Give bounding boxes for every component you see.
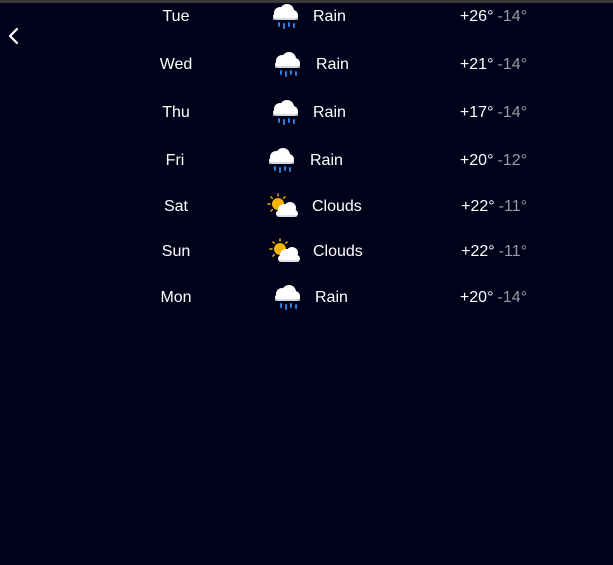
forecast-row: Sun Clouds +22° -11° (0, 237, 613, 267)
high-temp: +22° (461, 243, 495, 260)
temperature-range: +20° -14° (460, 283, 527, 313)
rain-cloud-icon (269, 148, 294, 173)
rain-cloud-icon (273, 100, 298, 125)
day-label: Sat (163, 198, 188, 215)
condition-label: Rain (313, 104, 346, 121)
high-temp: +20° (459, 289, 494, 306)
temperature-range: +21° -14° (460, 50, 527, 80)
day-label: Fri (165, 152, 185, 169)
condition-label: Clouds (313, 243, 363, 260)
day-label: Wed (159, 56, 193, 73)
forecast-row: Mon Rain +20° -14° (0, 283, 613, 313)
temperature-range: +22° -11° (461, 237, 527, 267)
forecast-row: Sat Clouds +22° -11° (0, 192, 613, 222)
high-temp: +17° (459, 104, 494, 121)
low-temp: -14° (497, 104, 527, 121)
condition-label: Rain (315, 289, 348, 306)
temperature-range: +26° -14° (460, 2, 527, 32)
temperature-range: +22° -11° (461, 192, 527, 222)
forecast-row: Thu Rain +17° -14° (0, 98, 613, 128)
condition-label: Rain (310, 152, 343, 169)
low-temp: -12° (497, 152, 527, 169)
rain-cloud-icon (273, 4, 298, 29)
rain-cloud-icon (275, 52, 300, 77)
low-temp: -14° (497, 8, 527, 25)
condition-label: Rain (316, 56, 349, 73)
forecast-row: Wed Rain +21° -14° (0, 50, 613, 80)
forecast-row: Tue Rain +26° -14° (0, 2, 613, 32)
high-temp: +20° (459, 152, 494, 169)
low-temp: -14° (497, 56, 527, 73)
condition-label: Rain (313, 8, 346, 25)
day-label: Tue (162, 8, 190, 25)
day-label: Thu (162, 104, 190, 121)
rain-cloud-icon (275, 285, 300, 310)
day-label: Mon (160, 289, 192, 306)
sun-behind-cloud-icon (267, 193, 298, 217)
high-temp: +22° (461, 198, 495, 215)
temperature-range: +17° -14° (460, 98, 527, 128)
temperature-range: +20° -12° (460, 146, 527, 176)
forecast-row: Fri Rain +20° -12° (0, 146, 613, 176)
low-temp: -11° (498, 243, 527, 260)
condition-label: Clouds (312, 198, 362, 215)
high-temp: +21° (459, 56, 494, 73)
low-temp: -11° (498, 198, 527, 215)
sun-behind-cloud-icon (269, 238, 300, 262)
high-temp: +26° (459, 8, 494, 25)
day-label: Sun (161, 243, 191, 260)
low-temp: -14° (497, 289, 527, 306)
forecast-screen: Tue Rain +26° -14° Wed Rain +21° -14° Thu … (0, 0, 613, 565)
